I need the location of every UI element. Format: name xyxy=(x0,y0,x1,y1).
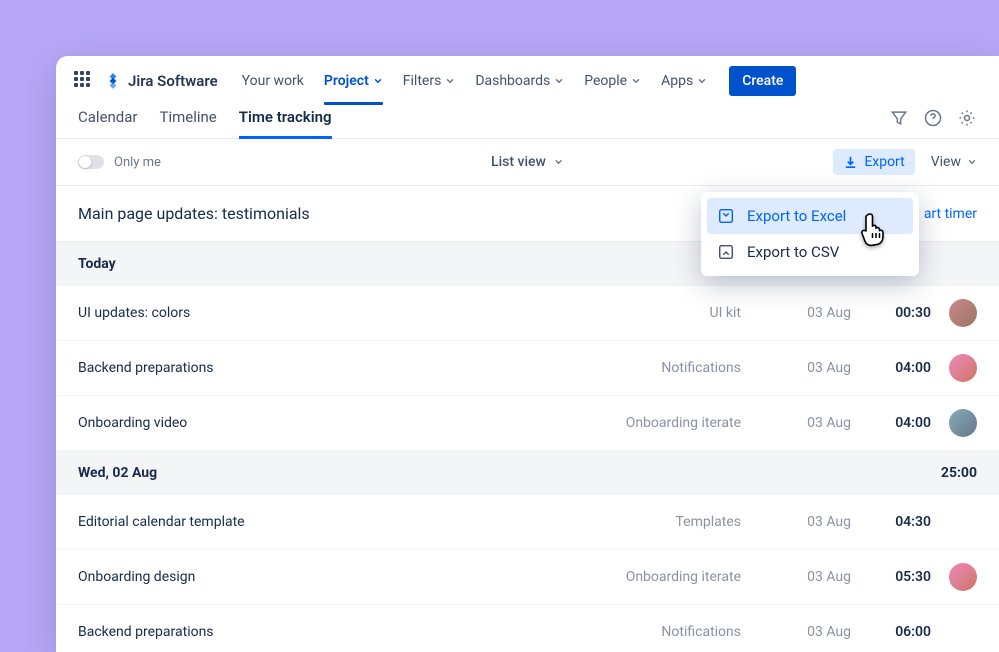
avatar[interactable] xyxy=(949,563,977,591)
create-button[interactable]: Create xyxy=(729,66,796,96)
start-timer-button[interactable]: art timer xyxy=(924,206,977,222)
task-category: UI kit xyxy=(591,305,741,321)
section-header: Wed, 02 Aug 25:00 xyxy=(56,451,999,495)
task-row[interactable]: Backend preparationsNotifications03 Aug0… xyxy=(56,605,999,652)
tab-timeline[interactable]: Timeline xyxy=(160,108,217,138)
avatar[interactable] xyxy=(949,354,977,382)
task-duration: 00:30 xyxy=(851,305,931,321)
task-date: 03 Aug xyxy=(741,415,851,431)
task-row[interactable]: Onboarding designOnboarding iterate03 Au… xyxy=(56,550,999,605)
chevron-down-icon xyxy=(445,76,455,86)
view-select[interactable]: View xyxy=(931,154,977,170)
export-csv-item[interactable]: Export to CSV xyxy=(707,234,913,270)
chevron-down-icon xyxy=(373,76,383,86)
brand-text: Jira Software xyxy=(128,72,218,90)
app-switcher-icon[interactable] xyxy=(74,71,94,91)
jira-logo-icon xyxy=(104,72,122,90)
avatar[interactable] xyxy=(949,299,977,327)
task-row[interactable]: UI updates: colorsUI kit03 Aug00:30 xyxy=(56,286,999,341)
nav-dashboards[interactable]: Dashboards xyxy=(467,67,572,95)
task-date: 03 Aug xyxy=(741,569,851,585)
task-date: 03 Aug xyxy=(741,360,851,376)
brand[interactable]: Jira Software xyxy=(104,72,218,90)
help-icon[interactable] xyxy=(923,108,943,128)
tab-calendar[interactable]: Calendar xyxy=(78,108,138,138)
featured-title: Main page updates: testimonials xyxy=(78,204,310,223)
chevron-down-icon xyxy=(554,76,564,86)
section-total: 25:00 xyxy=(941,465,977,481)
avatar[interactable] xyxy=(949,409,977,437)
task-date: 03 Aug xyxy=(741,514,851,530)
task-category: Notifications xyxy=(591,624,741,640)
task-date: 03 Aug xyxy=(741,305,851,321)
task-title: Backend preparations xyxy=(78,624,591,640)
task-row[interactable]: Editorial calendar templateTemplates03 A… xyxy=(56,495,999,550)
only-me-toggle[interactable] xyxy=(78,155,104,169)
section-label: Wed, 02 Aug xyxy=(78,465,157,481)
task-title: Onboarding video xyxy=(78,415,591,431)
chevron-down-icon xyxy=(554,157,564,167)
task-duration: 05:30 xyxy=(851,569,931,585)
task-duration: 06:00 xyxy=(851,624,931,640)
task-title: Onboarding design xyxy=(78,569,591,585)
task-category: Notifications xyxy=(591,360,741,376)
nav-people[interactable]: People xyxy=(576,67,649,95)
task-duration: 04:00 xyxy=(851,360,931,376)
excel-icon xyxy=(717,207,735,225)
export-excel-item[interactable]: Export to Excel xyxy=(707,198,913,234)
task-duration: 04:30 xyxy=(851,514,931,530)
view-mode-select[interactable]: List view xyxy=(491,154,564,170)
section-label: Today xyxy=(78,256,116,272)
task-category: Templates xyxy=(591,514,741,530)
nav-project[interactable]: Project xyxy=(316,67,391,95)
task-category: Onboarding iterate xyxy=(591,569,741,585)
gear-icon[interactable] xyxy=(957,108,977,128)
chevron-down-icon xyxy=(631,76,641,86)
filter-icon[interactable] xyxy=(889,108,909,128)
task-title: UI updates: colors xyxy=(78,305,591,321)
task-title: Backend preparations xyxy=(78,360,591,376)
task-date: 03 Aug xyxy=(741,624,851,640)
only-me-label: Only me xyxy=(114,155,161,170)
tab-time-tracking[interactable]: Time tracking xyxy=(239,108,332,138)
export-button[interactable]: Export xyxy=(833,149,914,175)
download-icon xyxy=(843,155,858,170)
nav-your-work[interactable]: Your work xyxy=(234,67,312,95)
chevron-down-icon xyxy=(697,76,707,86)
task-row[interactable]: Onboarding videoOnboarding iterate03 Aug… xyxy=(56,396,999,451)
nav-filters[interactable]: Filters xyxy=(395,67,464,95)
export-dropdown: Export to Excel Export to CSV xyxy=(701,192,919,276)
task-category: Onboarding iterate xyxy=(591,415,741,431)
task-duration: 04:00 xyxy=(851,415,931,431)
task-row[interactable]: Backend preparationsNotifications03 Aug0… xyxy=(56,341,999,396)
csv-icon xyxy=(717,243,735,261)
chevron-down-icon xyxy=(967,157,977,167)
task-title: Editorial calendar template xyxy=(78,514,591,530)
nav-apps[interactable]: Apps xyxy=(653,67,715,95)
